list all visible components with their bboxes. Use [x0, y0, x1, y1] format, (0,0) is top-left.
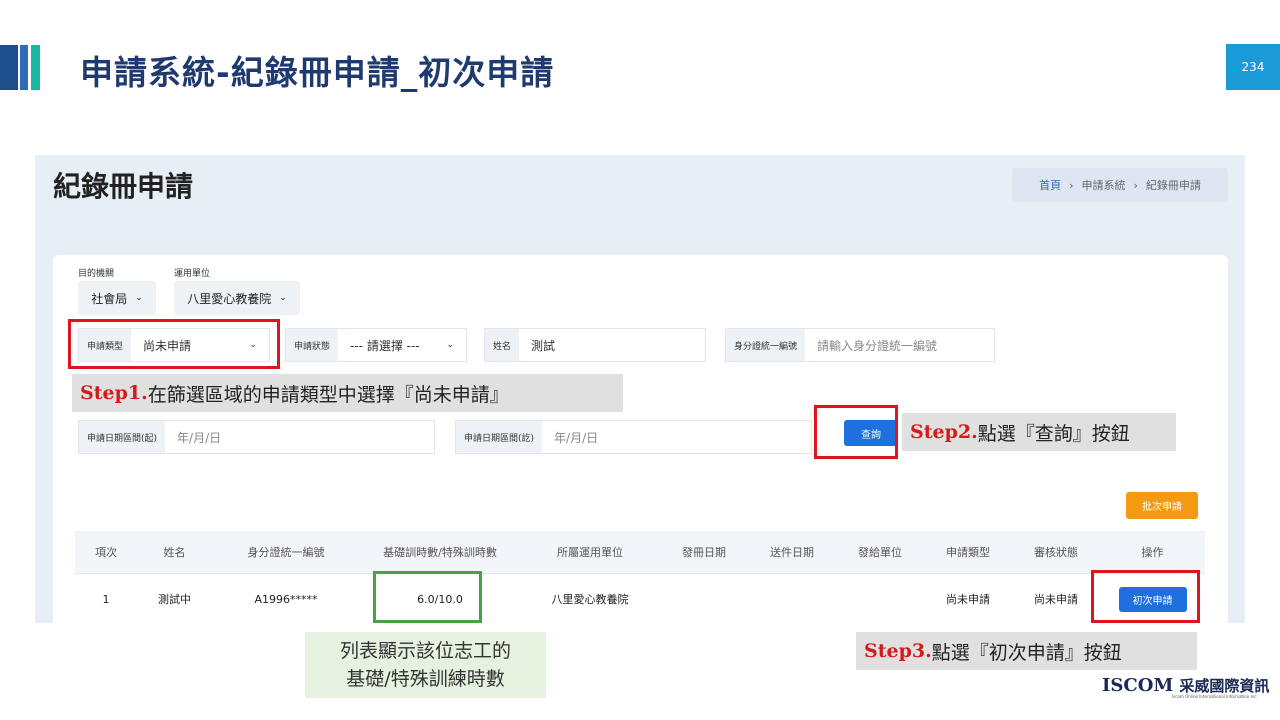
step3-highlight-box — [1091, 570, 1200, 623]
step1-number: Step1. — [80, 382, 148, 404]
table-header-cell: 審核狀態 — [1034, 546, 1078, 559]
step1-text: 在篩選區域的申請類型中選擇『尚未申請』 — [147, 383, 509, 406]
page-number-badge: 234 — [1226, 44, 1280, 90]
date-start-field[interactable]: 申請日期區間(起) 年/月/日 — [78, 420, 435, 454]
breadcrumb: 首頁 › 申請系統 › 紀錄冊申請 — [1012, 168, 1228, 202]
step1-label: Step1. 在篩選區域的申請類型中選擇『尚未申請』 — [72, 374, 623, 412]
step2-text: 點選『查詢』按鈕 — [977, 422, 1130, 445]
id-number-field[interactable]: 身分證統一編號 請輸入身分證統一編號 — [725, 328, 995, 362]
batch-apply-button[interactable]: 批次申請 — [1126, 492, 1198, 519]
row-apply-type: 尚未申請 — [946, 593, 990, 606]
row-name: 測試中 — [158, 593, 191, 606]
step1-highlight-box — [68, 319, 280, 369]
apply-status-label: 申請狀態 — [286, 329, 339, 361]
header-decoration-bar — [0, 45, 18, 90]
hours-note-line1: 列表顯示該位志工的 — [339, 640, 511, 662]
header-decoration-bar — [20, 45, 28, 90]
hours-highlight-box — [373, 571, 482, 623]
breadcrumb-home-link[interactable]: 首頁 — [1039, 177, 1061, 193]
step2-highlight-box — [814, 405, 898, 459]
unit-select-value: 八里愛心教養院 — [187, 291, 272, 306]
logo-chinese-name: 采威國際資訊 — [1179, 677, 1270, 695]
breadcrumb-link[interactable]: 申請系統 — [1082, 177, 1126, 193]
row-review-status: 尚未申請 — [1034, 593, 1078, 606]
id-number-label: 身分證統一編號 — [726, 329, 806, 361]
table-header-cell: 所屬運用單位 — [557, 546, 623, 559]
table-header-cell: 申請類型 — [946, 546, 990, 559]
name-field[interactable]: 姓名 測試 — [484, 328, 706, 362]
logo-brand: ISCOM — [1102, 675, 1174, 696]
name-label: 姓名 — [485, 329, 520, 361]
table-header-cell: 項次 — [95, 546, 117, 559]
unit-label: 運用單位 — [174, 269, 211, 279]
chevron-down-icon: ⌄ — [135, 293, 143, 303]
breadcrumb-current: 紀錄冊申請 — [1145, 179, 1201, 192]
table-header-cell: 身分證統一編號 — [247, 546, 325, 559]
step3-label: Step3. 點選『初次申請』按鈕 — [856, 632, 1197, 670]
table-header-cell: 發給單位 — [858, 546, 902, 559]
table-row: 1 測試中 A1996***** 6.0/10.0 八里愛心教養院 尚未申請 尚… — [75, 573, 1205, 623]
step3-number: Step3. — [864, 640, 932, 662]
row-id-number: A1996***** — [254, 592, 318, 606]
row-unit: 八里愛心教養院 — [551, 593, 629, 606]
date-end-placeholder: 年/月/日 — [554, 430, 599, 445]
table-header-cell: 送件日期 — [770, 546, 814, 559]
chevron-down-icon: ⌄ — [279, 293, 287, 303]
table-header-cell: 姓名 — [163, 546, 186, 559]
agency-label: 目的機關 — [78, 269, 115, 279]
date-end-label: 申請日期區間(訖) — [456, 421, 543, 453]
page-title: 紀錄冊申請 — [53, 170, 194, 203]
step2-number: Step2. — [910, 421, 978, 443]
step3-text: 點選『初次申請』按鈕 — [931, 641, 1122, 664]
header-decoration-bar — [31, 45, 40, 90]
hours-note-line2: 基礎/特殊訓練時數 — [346, 668, 505, 690]
step2-label: Step2. 點選『查詢』按鈕 — [902, 413, 1176, 451]
company-logo: ISCOM 采威國際資訊 Iscom Online International … — [1102, 675, 1270, 699]
date-start-placeholder: 年/月/日 — [177, 430, 222, 445]
agency-select-value: 社會局 — [91, 291, 128, 306]
unit-select[interactable]: 八里愛心教養院 ⌄ — [174, 281, 300, 315]
chevron-down-icon: ⌄ — [446, 340, 454, 350]
apply-status-select[interactable]: 申請狀態 --- 請選擇 --- ⌄ — [285, 328, 467, 362]
slide-title: 申請系統-紀錄冊申請_初次申請 — [80, 53, 555, 92]
apply-status-value-wrap: --- 請選擇 --- ⌄ — [338, 337, 466, 354]
date-end-field[interactable]: 申請日期區間(訖) 年/月/日 — [455, 420, 812, 454]
table-header: 項次 姓名 身分證統一編號 基礎訓時數/特殊訓時數 所屬運用單位 發冊日期 送件… — [75, 531, 1205, 573]
logo-subtitle: Iscom Online International Information I… — [1172, 694, 1258, 699]
hours-note: 列表顯示該位志工的 基礎/特殊訓練時數 — [305, 632, 546, 698]
name-value: 測試 — [531, 338, 556, 353]
table-header-cell: 操作 — [1141, 546, 1164, 559]
breadcrumb-separator: › — [1133, 178, 1138, 192]
table-header-cell: 發冊日期 — [682, 546, 726, 559]
table-header-cell: 基礎訓時數/特殊訓時數 — [383, 546, 497, 559]
agency-select[interactable]: 社會局 ⌄ — [78, 281, 156, 315]
apply-status-value: --- 請選擇 --- — [350, 338, 420, 353]
breadcrumb-separator: › — [1069, 178, 1074, 192]
row-issuer — [836, 574, 924, 623]
row-submit-date — [748, 574, 836, 623]
row-index: 1 — [102, 592, 110, 606]
row-issue-date — [660, 574, 748, 623]
date-start-label: 申請日期區間(起) — [79, 421, 166, 453]
id-number-placeholder: 請輸入身分證統一編號 — [817, 338, 938, 353]
